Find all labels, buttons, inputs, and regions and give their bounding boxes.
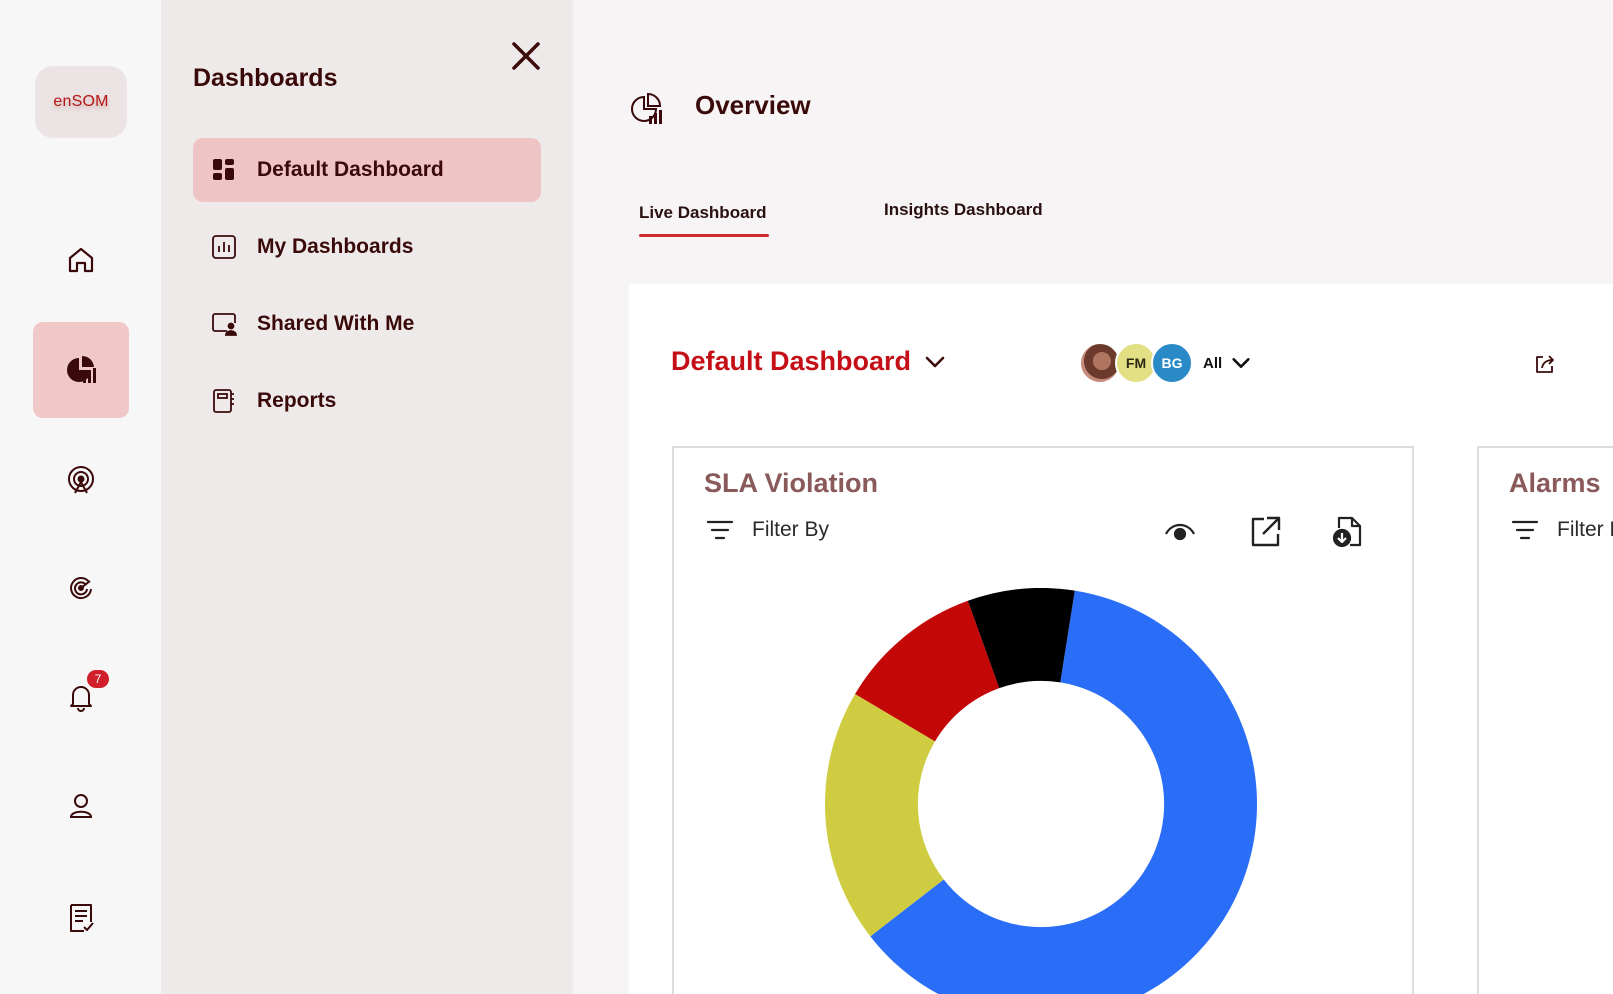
members-filter-select[interactable]: All (1203, 352, 1252, 374)
external-link-icon[interactable] (1247, 514, 1283, 550)
user-icon (69, 794, 93, 818)
page-title: Overview (695, 90, 811, 120)
rail-item-broadcast[interactable] (33, 432, 129, 528)
chevron-down-icon (1232, 358, 1250, 368)
home-icon (68, 247, 94, 273)
rail-item-notifications[interactable]: 7 (33, 648, 129, 744)
shared-screen-icon (212, 313, 237, 336)
dashboard-grid-icon (213, 159, 234, 180)
sla-violation-widget: SLA Violation Filter By (672, 446, 1414, 994)
drawer-item-label: Default Dashboard (257, 158, 444, 181)
chevron-down-icon (925, 356, 945, 367)
drawer-item-label: Reports (257, 389, 337, 412)
filter-icon (706, 520, 734, 540)
dashboard-select[interactable]: Default Dashboard (671, 346, 947, 377)
drawer-item-label: My Dashboards (257, 235, 414, 258)
rail-item-profile[interactable] (33, 758, 129, 854)
filter-icon (1511, 520, 1539, 540)
close-icon (512, 42, 540, 70)
rail-item-tasks[interactable] (33, 870, 129, 966)
filter-label: Filter By (752, 518, 830, 541)
overview-icon (631, 92, 662, 124)
alarms-widget: Alarms Filter By (1477, 446, 1613, 994)
checklist-icon (70, 904, 94, 932)
download-file-icon[interactable] (1330, 514, 1366, 550)
tab-live-dashboard[interactable]: Live Dashboard (639, 203, 769, 237)
radar-icon (70, 577, 92, 600)
drawer-item-my-dashboards[interactable]: My Dashboards (193, 215, 541, 279)
close-button[interactable] (508, 38, 544, 74)
dashboards-drawer: Dashboards Default Dashboard My Dashboar… (161, 0, 573, 994)
main-content: Overview Live Dashboard Insights Dashboa… (573, 0, 1613, 994)
rail-item-radar[interactable] (33, 540, 129, 636)
bar-chart-icon (212, 235, 236, 259)
rail-item-home[interactable] (33, 212, 129, 308)
notification-badge: 7 (87, 670, 109, 688)
drawer-title: Dashboards (193, 64, 338, 92)
sla-donut-chart (825, 588, 1257, 994)
member-avatars: FM BG All (1079, 342, 1252, 384)
drawer-item-shared-with-me[interactable]: Shared With Me (193, 292, 541, 356)
rail-item-dashboards[interactable] (33, 322, 129, 418)
widget-title: SLA Violation (704, 468, 879, 498)
report-icon (213, 389, 234, 413)
broadcast-icon (68, 466, 94, 494)
drawer-item-default-dashboard[interactable]: Default Dashboard (193, 138, 541, 202)
logo-text: enSOM (53, 93, 109, 110)
filter-by-button[interactable]: Filter By (706, 518, 829, 542)
eye-icon[interactable] (1162, 514, 1198, 550)
pie-chart-icon (67, 355, 96, 383)
share-icon[interactable] (1533, 352, 1557, 376)
icon-rail: enSOM 7 (0, 0, 161, 994)
widget-title: Alarms (1509, 468, 1601, 498)
app-logo[interactable]: enSOM (35, 66, 127, 138)
avatar[interactable]: BG (1151, 342, 1193, 384)
tab-insights-dashboard[interactable]: Insights Dashboard (884, 200, 1043, 220)
filter-by-button[interactable]: Filter By (1511, 518, 1613, 542)
filter-label: Filter By (1557, 518, 1613, 541)
drawer-item-reports[interactable]: Reports (193, 369, 541, 433)
dashboard-select-value: Default Dashboard (671, 346, 912, 376)
members-filter-value: All (1203, 354, 1223, 372)
drawer-item-label: Shared With Me (257, 312, 415, 335)
